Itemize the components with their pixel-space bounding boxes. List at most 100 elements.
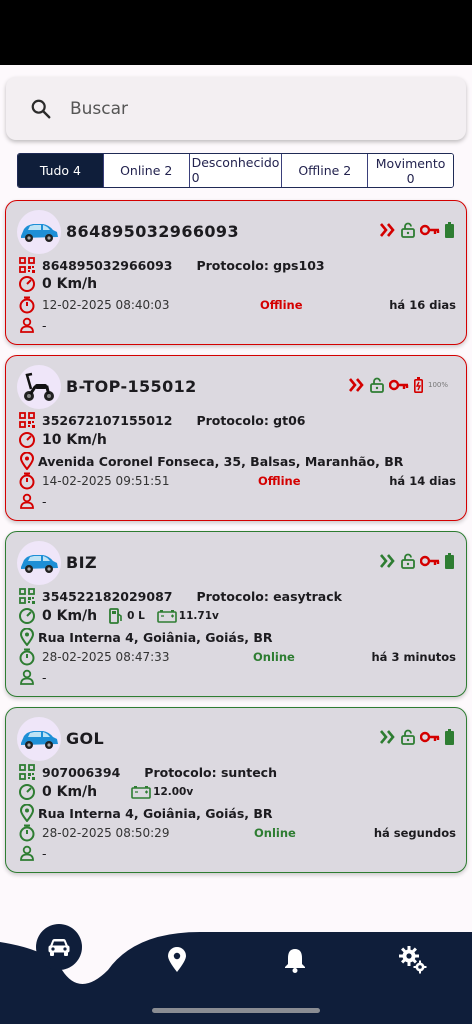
- speedometer-icon: [19, 276, 35, 292]
- double-chevron-icon: [380, 223, 395, 237]
- qr-code-icon: [19, 764, 35, 780]
- nav-vehicles-button[interactable]: [36, 924, 82, 970]
- double-chevron-icon: [380, 730, 395, 744]
- device-status-icons: [380, 729, 454, 745]
- scooter-image: [24, 372, 54, 401]
- speed-text: 0 Km/h: [42, 276, 98, 292]
- user-row: -: [18, 668, 47, 686]
- qr-code-icon: [19, 257, 35, 273]
- car-battery-icon: [131, 786, 151, 799]
- location-pin-icon: [20, 452, 34, 470]
- person-icon: [20, 317, 34, 333]
- lock-open-icon: [401, 553, 415, 569]
- battery-percent: 100%: [427, 381, 448, 389]
- device-card[interactable]: B-TOP-155012 100% 352672107155012 Protoc…: [5, 355, 467, 521]
- system-status-bar: [0, 0, 472, 65]
- imei-text: 907006394: [42, 764, 121, 780]
- car-battery-icon: [156, 610, 177, 623]
- home-gesture-handle: [152, 1008, 320, 1013]
- status-text: Online: [254, 826, 296, 840]
- protocol-text: Protocolo: suntech: [144, 764, 277, 780]
- car-icon: [48, 939, 70, 956]
- status-text: Offline: [260, 298, 303, 312]
- voltage-indicator: 12.00v: [131, 785, 193, 799]
- blue-car-image: [21, 224, 58, 242]
- location-pin-icon: [20, 804, 34, 822]
- filter-tab-unknown[interactable]: Desconhecido 0: [189, 154, 283, 187]
- device-title: BIZ: [66, 553, 97, 572]
- device-title: 864895032966093: [66, 222, 239, 241]
- ignition-key-icon: [420, 224, 440, 236]
- timer-icon: [19, 296, 35, 314]
- datetime-text: 14-02-2025 09:51:51: [42, 474, 170, 488]
- device-card[interactable]: BIZ 354522182029087 Protocolo: easytrack…: [5, 531, 467, 697]
- voltage-text: 12.00v: [153, 786, 194, 798]
- nav-map-button[interactable]: [162, 945, 192, 975]
- speed-text: 0 Km/h: [42, 784, 98, 800]
- vehicle-avatar: [17, 210, 61, 254]
- user-text: -: [42, 493, 47, 509]
- search-input[interactable]: [70, 98, 430, 119]
- datetime-text: 28-02-2025 08:50:29: [42, 826, 170, 840]
- lock-open-icon: [401, 222, 415, 238]
- search-bar[interactable]: [6, 77, 466, 140]
- bell-icon: [285, 949, 305, 973]
- imei-row: 907006394 Protocolo: suntech: [18, 763, 277, 781]
- location-pin-icon: [168, 947, 186, 972]
- filter-tab-moving[interactable]: Movimento 0: [368, 154, 453, 187]
- filter-tab-online[interactable]: Online 2: [103, 154, 190, 187]
- qr-code-icon: [19, 588, 35, 604]
- imei-row: 354522182029087 Protocolo: easytrack: [18, 587, 342, 605]
- device-status-icons: 100%: [348, 377, 448, 393]
- protocol-text: Protocolo: gps103: [196, 257, 325, 273]
- datetime-text: 28-02-2025 08:47:33: [42, 650, 170, 664]
- imei-text: 352672107155012: [42, 412, 173, 428]
- ignition-key-icon: [420, 731, 440, 743]
- vehicle-avatar: [17, 365, 61, 409]
- filter-tab-offline[interactable]: Offline 2: [282, 154, 369, 187]
- imei-text: 864895032966093: [42, 257, 173, 273]
- speed-row: 0 Km/h 0 L 11.71v: [18, 607, 219, 625]
- imei-row: 352672107155012 Protocolo: gt06: [18, 411, 305, 429]
- blue-car-image: [21, 731, 58, 749]
- filter-tab-all[interactable]: Tudo 4: [18, 154, 104, 187]
- voltage-text: 11.71v: [178, 610, 219, 622]
- user-text: -: [42, 317, 47, 333]
- ignition-key-icon: [388, 379, 409, 391]
- speedometer-icon: [19, 784, 35, 800]
- vehicle-avatar: [17, 717, 61, 761]
- nav-settings-button[interactable]: [396, 943, 430, 977]
- address-text: Rua Interna 4, Goiânia, Goiás, BR: [38, 629, 273, 645]
- user-row: -: [18, 316, 47, 334]
- vehicle-avatar: [17, 541, 61, 585]
- battery-full-icon: [445, 729, 454, 745]
- person-icon: [20, 493, 34, 509]
- fuel-indicator: 0 L: [109, 608, 145, 624]
- speedometer-icon: [19, 432, 35, 448]
- address-text: Rua Interna 4, Goiânia, Goiás, BR: [38, 805, 273, 821]
- ignition-key-icon: [420, 555, 440, 567]
- address-row: Rua Interna 4, Goiânia, Goiás, BR: [18, 804, 273, 822]
- lock-open-icon: [401, 729, 415, 745]
- nav-notifications-button[interactable]: [280, 945, 310, 975]
- status-filter-tabs: Tudo 4 Online 2 Desconhecido 0 Offline 2…: [17, 153, 454, 188]
- user-row: -: [18, 492, 47, 510]
- speed-row: 10 Km/h: [18, 431, 107, 449]
- location-pin-icon: [20, 628, 34, 646]
- speed-row: 0 Km/h 12.00v: [18, 783, 193, 801]
- double-chevron-icon: [380, 554, 395, 568]
- user-row: -: [18, 844, 47, 862]
- device-card[interactable]: GOL 907006394 Protocolo: suntech 0 Km/h …: [5, 707, 467, 873]
- device-card[interactable]: 864895032966093 864895032966093 Protocol…: [5, 200, 467, 345]
- speed-text: 10 Km/h: [42, 432, 107, 448]
- datetime-row: 28-02-2025 08:50:29: [18, 824, 169, 842]
- settings-gears-icon: [399, 946, 427, 974]
- person-icon: [20, 845, 34, 861]
- fuel-text: 0 L: [127, 610, 145, 622]
- device-status-icons: [380, 553, 454, 569]
- blue-car-image: [21, 555, 58, 573]
- battery-charging-icon: [413, 377, 423, 393]
- imei-row: 864895032966093 Protocolo: gps103: [18, 256, 325, 274]
- timer-icon: [19, 824, 35, 842]
- qr-code-icon: [19, 412, 35, 428]
